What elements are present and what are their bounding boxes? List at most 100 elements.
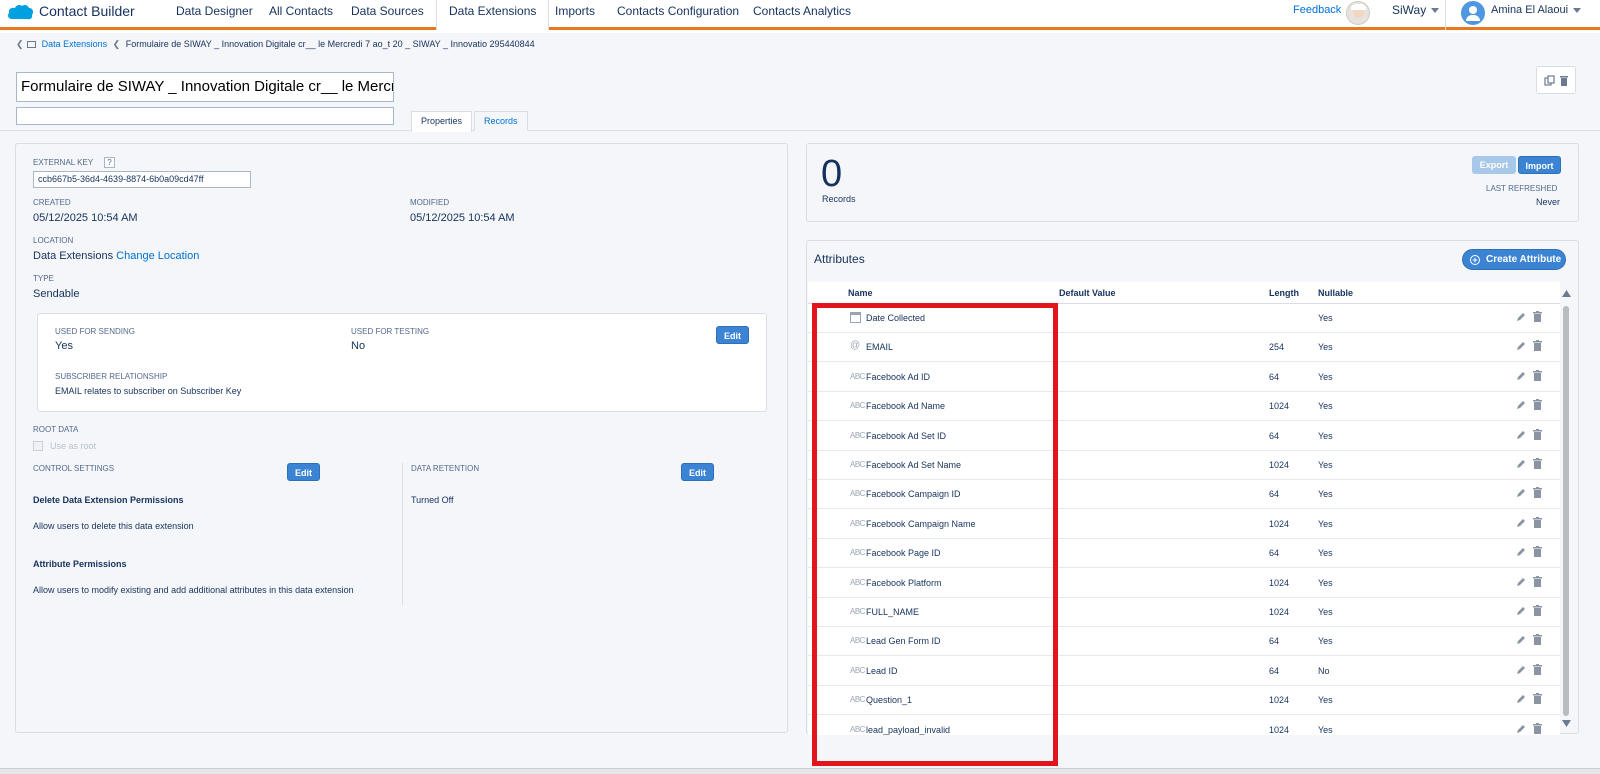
table-icon [27,41,37,49]
attribute-nullable: Yes [1318,430,1333,441]
import-button[interactable]: Import [1518,156,1561,174]
last-refreshed-label: LAST REFRESHED [1486,184,1558,193]
edit-control-settings-button[interactable]: Edit [287,463,320,481]
trash-icon[interactable] [1533,311,1542,322]
tab-data-sources[interactable]: Data Sources [351,4,424,18]
tab-imports[interactable]: Imports [555,4,595,18]
column-header-default-value[interactable]: Default Value [1059,288,1116,298]
scroll-up-icon[interactable] [1562,290,1571,297]
attribute-nullable: Yes [1318,460,1333,470]
data-extension-name-input[interactable]: Formulaire de SIWAY _ Innovation Digital… [16,72,394,102]
tab-all-contacts[interactable]: All Contacts [269,4,333,18]
trash-icon[interactable] [1533,516,1542,528]
user-menu[interactable]: Amina El Alaoui [1491,4,1582,16]
edit-pencil-icon[interactable] [1516,400,1526,410]
copy-icon[interactable] [1544,75,1555,86]
user-avatar-icon[interactable] [1461,1,1485,25]
edit-pencil-icon[interactable] [1516,459,1526,469]
edit-sending-button[interactable]: Edit [716,326,749,344]
app-title[interactable]: Contact Builder [39,3,135,19]
edit-pencil-icon[interactable] [1516,488,1526,498]
attribute-nullable: Yes [1318,577,1333,588]
bottom-scroll-strip [0,768,1600,774]
trash-icon[interactable] [1559,75,1569,86]
einstein-avatar-icon[interactable] [1346,1,1370,25]
chevron-down-icon [1573,7,1582,13]
attribute-nullable: Yes [1318,342,1333,353]
chevron-down-icon [1431,8,1440,14]
breadcrumb-root-link[interactable]: Data Extensions [42,39,108,49]
external-key-input[interactable]: ccb667b5-36d4-4639-8874-6b0a09cd47ff [33,171,251,188]
edit-pencil-icon[interactable] [1516,371,1526,381]
back-chevron-icon[interactable]: ❮ [16,39,24,49]
attribute-nullable: Yes [1318,518,1333,529]
breadcrumb-current: Formulaire de SIWAY _ Innovation Digital… [125,39,535,49]
trash-icon[interactable] [1533,605,1542,616]
tab-records[interactable]: Records [474,111,528,131]
attribute-nullable: Yes [1318,489,1333,500]
edit-data-retention-button[interactable]: Edit [681,463,714,481]
create-attribute-button[interactable]: + Create Attribute [1462,249,1566,270]
tab-contacts-configuration[interactable]: Contacts Configuration [617,4,739,18]
edit-pencil-icon[interactable] [1516,606,1526,616]
used-for-sending-label: USED FOR SENDING [55,327,136,336]
column-header-name[interactable]: Name [848,288,873,298]
trash-icon[interactable] [1533,722,1542,734]
column-header-nullable[interactable]: Nullable [1318,288,1353,298]
attribute-length: 1024 [1269,460,1290,470]
export-button[interactable]: Export [1472,156,1516,174]
used-for-sending-value: Yes [55,340,73,352]
data-retention-label: DATA RETENTION [411,464,480,473]
edit-pencil-icon[interactable] [1516,518,1526,528]
location-label: LOCATION [33,236,74,245]
attribute-nullable: Yes [1318,371,1333,382]
trash-icon[interactable] [1533,458,1542,469]
edit-pencil-icon[interactable] [1516,694,1526,704]
help-icon[interactable]: ? [104,157,115,168]
use-as-root-checkbox[interactable] [33,441,43,451]
edit-pencil-icon[interactable] [1516,547,1526,557]
trash-icon[interactable] [1533,369,1542,381]
scroll-down-icon[interactable] [1562,720,1571,727]
edit-pencil-icon[interactable] [1516,312,1526,322]
tab-data-extensions[interactable]: Data Extensions [436,0,550,30]
edit-pencil-icon[interactable] [1516,724,1526,734]
attribute-length: 254 [1269,342,1285,353]
scrollbar-thumb[interactable] [1563,306,1569,716]
tab-contacts-analytics[interactable]: Contacts Analytics [753,4,851,18]
change-location-link[interactable]: Change Location [116,250,199,262]
highlight-annotation-box [812,303,1058,766]
trash-icon[interactable] [1533,546,1542,558]
feedback-link[interactable]: Feedback [1293,4,1341,16]
attribute-nullable: Yes [1318,607,1333,617]
attribute-length: 64 [1269,636,1280,647]
edit-pencil-icon[interactable] [1516,430,1526,440]
tab-data-designer[interactable]: Data Designer [176,4,253,18]
trash-icon[interactable] [1533,399,1542,411]
business-unit-switcher[interactable]: SiWay [1392,3,1440,17]
trash-icon[interactable] [1533,340,1542,352]
trash-icon[interactable] [1533,575,1542,587]
attribute-permissions-title: Attribute Permissions [33,559,127,569]
tab-properties[interactable]: Properties [411,111,473,132]
properties-panel [15,143,788,733]
delete-permissions-text: Allow users to delete this data extensio… [33,521,194,531]
trash-icon[interactable] [1533,428,1542,440]
create-attribute-label: Create Attribute [1486,254,1562,265]
attribute-nullable: Yes [1318,695,1333,706]
trash-icon[interactable] [1533,693,1542,705]
edit-pencil-icon[interactable] [1516,635,1526,645]
trash-icon[interactable] [1533,487,1542,499]
edit-pencil-icon[interactable] [1516,577,1526,587]
root-data-label: ROOT DATA [33,425,79,434]
trash-icon[interactable] [1533,663,1542,675]
data-extension-description-input[interactable] [16,107,394,125]
attribute-length: 64 [1269,430,1280,441]
edit-pencil-icon[interactable] [1516,341,1526,351]
edit-pencil-icon[interactable] [1516,665,1526,675]
column-header-length[interactable]: Length [1269,288,1299,298]
attribute-length: 1024 [1269,695,1290,706]
attribute-length: 1024 [1269,518,1290,529]
attributes-scrollbar[interactable] [1561,290,1571,727]
trash-icon[interactable] [1533,634,1542,646]
